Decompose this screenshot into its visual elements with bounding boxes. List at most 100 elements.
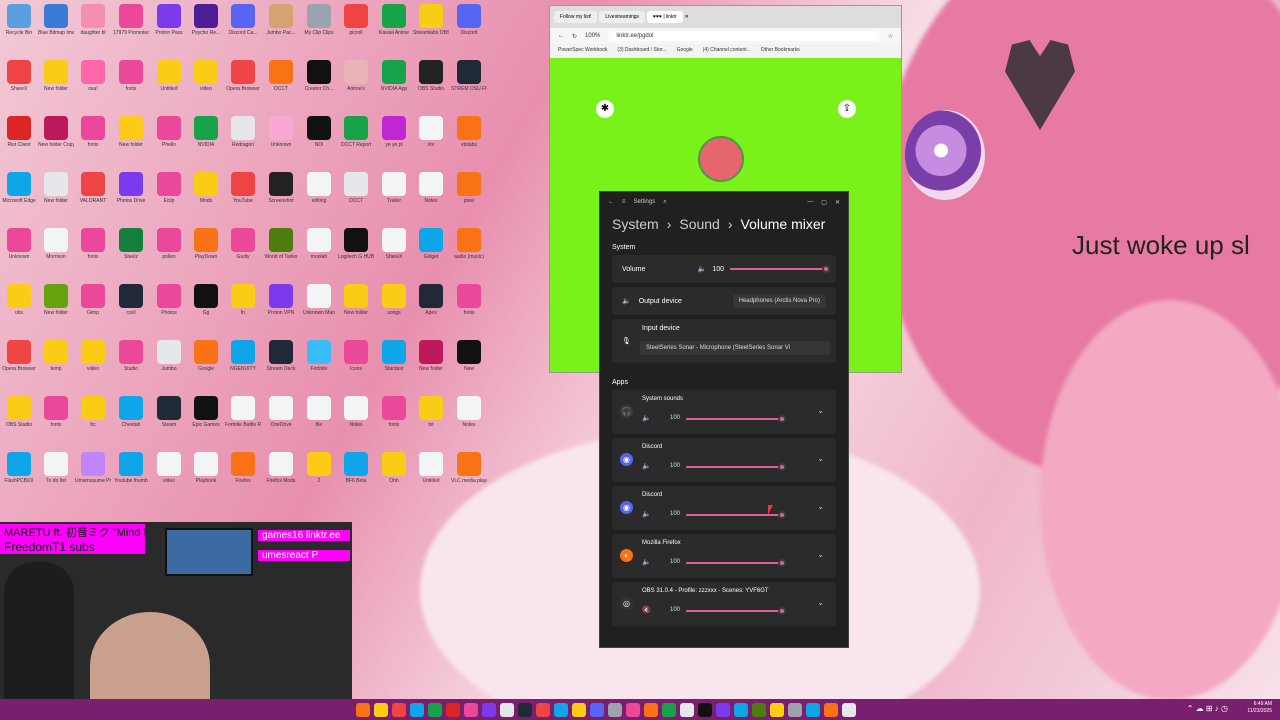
desktop-icon[interactable]: ShareX xyxy=(1,60,37,92)
desktop-icon[interactable]: Phello xyxy=(151,116,187,148)
sparkle-icon[interactable]: ✱ xyxy=(596,100,614,118)
desktop-icon[interactable]: video xyxy=(188,60,224,92)
taskbar-app-icon[interactable] xyxy=(680,702,694,717)
slider-thumb[interactable] xyxy=(778,511,786,519)
desktop-icon[interactable]: Riot Client xyxy=(1,116,37,148)
browser-tab[interactable]: Livestreamings xyxy=(599,11,646,23)
desktop-icon[interactable]: Trailer xyxy=(376,172,412,204)
desktop-icon[interactable]: Notes xyxy=(451,396,487,428)
taskbar-app-icon[interactable] xyxy=(482,702,496,717)
desktop-icon[interactable]: Apex xyxy=(413,284,449,316)
app-volume-slider[interactable] xyxy=(686,559,786,567)
taskbar-app-icon[interactable] xyxy=(446,702,460,717)
desktop-icon[interactable]: My Clip Clips xyxy=(301,4,337,36)
desktop-icon[interactable]: Mods xyxy=(188,172,224,204)
desktop-icon[interactable]: OBS Studio xyxy=(413,60,449,92)
bookmark-item[interactable]: (3) Dashboard / Stor... xyxy=(617,47,666,55)
desktop-icon[interactable]: frc xyxy=(75,396,111,428)
desktop-icon[interactable]: Recycle Bin xyxy=(1,4,37,36)
desktop-icon[interactable]: fonts xyxy=(75,116,111,148)
taskbar-app-icon[interactable] xyxy=(500,702,514,717)
desktop-icon[interactable]: Anime's xyxy=(338,60,374,92)
share-icon[interactable]: ⇪ xyxy=(838,100,856,118)
desktop-icon[interactable]: songs xyxy=(376,284,412,316)
desktop-icon[interactable]: NDI xyxy=(301,116,337,148)
desktop-icon[interactable]: pollen xyxy=(151,228,187,260)
desktop-icon[interactable]: fonts xyxy=(113,60,149,92)
desktop-icon[interactable]: Discord xyxy=(451,4,487,36)
desktop-icon[interactable]: Fortnite Battle Royale xyxy=(225,396,261,428)
desktop-icon[interactable]: fn xyxy=(225,284,261,316)
desktop-icon[interactable]: cool xyxy=(113,284,149,316)
desktop-icon[interactable]: Studio xyxy=(113,340,149,372)
clock[interactable]: 6:49 AM 11/23/2025 xyxy=(1247,701,1272,715)
taskbar-app-icon[interactable] xyxy=(590,702,604,717)
desktop-icon[interactable]: Unknown Man xyxy=(301,284,337,316)
desktop-icon[interactable]: Opera Browser xyxy=(1,340,37,372)
desktop-icon[interactable]: fonts xyxy=(451,284,487,316)
app-volume-slider[interactable] xyxy=(686,415,786,423)
desktop-icon[interactable]: Epic Games xyxy=(188,396,224,428)
maximize-icon[interactable]: ▢ xyxy=(821,199,827,206)
bookmark-item[interactable]: (4) Channel content... xyxy=(703,47,751,55)
speaker-icon[interactable]: 🔈 xyxy=(642,510,651,518)
desktop-icon[interactable]: Unknown xyxy=(1,228,37,260)
desktop-icon[interactable]: Gudly xyxy=(225,228,261,260)
desktop-icon[interactable]: Firefox xyxy=(225,452,261,484)
desktop-icon[interactable]: Eclip xyxy=(151,172,187,204)
taskbar-app-icon[interactable] xyxy=(536,702,550,717)
slider-thumb[interactable] xyxy=(778,607,786,615)
settings-window[interactable]: ← ≡ Settings ⌕ — ▢ ✕ System › Sound › Vo… xyxy=(599,191,849,648)
desktop-icon[interactable]: Steam xyxy=(151,396,187,428)
back-icon[interactable]: ← xyxy=(608,199,614,205)
desktop-icon[interactable]: Notes xyxy=(338,396,374,428)
desktop-icon[interactable]: ShareX xyxy=(376,228,412,260)
desktop-icon[interactable]: Creator Ch... xyxy=(301,60,337,92)
url-field[interactable]: linktr.ee/pgdol xyxy=(608,31,880,41)
desktop-icon[interactable]: New folder Copy xyxy=(38,116,74,148)
reload-icon[interactable]: ↻ xyxy=(572,33,577,40)
desktop-icon[interactable]: New folder xyxy=(38,284,74,316)
breadcrumb-sound[interactable]: Sound xyxy=(679,216,719,232)
taskbar-app-icon[interactable] xyxy=(806,702,820,717)
desktop-icon[interactable]: World of Tanks xyxy=(263,228,299,260)
taskbar-app-icon[interactable] xyxy=(518,702,532,717)
desktop-icon[interactable]: Streamlabs OBS xyxy=(413,4,449,36)
desktop-icon[interactable]: STREM OSU FIRFOX xyxy=(451,60,487,92)
desktop-icon[interactable]: YouTube xyxy=(225,172,261,204)
desktop-icon[interactable]: New folder xyxy=(38,172,74,204)
desktop-icon[interactable]: FlashPCBXX xyxy=(1,452,37,484)
taskbar-app-icon[interactable] xyxy=(392,702,406,717)
desktop-icon[interactable]: New folder xyxy=(113,116,149,148)
browser-tab[interactable]: Follow my list! xyxy=(554,11,598,23)
desktop-icon[interactable]: file xyxy=(301,396,337,428)
taskbar-app-icon[interactable] xyxy=(644,702,658,717)
taskbar-app-icon[interactable] xyxy=(716,702,730,717)
desktop-icon[interactable]: NVIDIA xyxy=(188,116,224,148)
desktop-icon[interactable]: Photos Drive xyxy=(113,172,149,204)
output-device-dropdown[interactable]: Headphones (Arctis Nova Pro) xyxy=(732,294,826,308)
desktop-icon[interactable]: New xyxy=(451,340,487,372)
desktop-icon[interactable]: Redragon xyxy=(225,116,261,148)
search-icon[interactable]: ⌕ xyxy=(663,199,666,206)
taskbar-app-icon[interactable] xyxy=(554,702,568,717)
bookmark-item[interactable]: PowerSpec Workbook xyxy=(558,47,607,55)
taskbar-app-icon[interactable] xyxy=(428,702,442,717)
close-icon[interactable]: ✕ xyxy=(835,199,840,206)
desktop-icon[interactable]: Gidget xyxy=(413,228,449,260)
taskbar-app-icon[interactable] xyxy=(734,702,748,717)
desktop-icon[interactable]: txt xyxy=(413,396,449,428)
slider-thumb[interactable] xyxy=(778,559,786,567)
taskbar-app-icon[interactable] xyxy=(662,702,676,717)
bookmark-item[interactable]: Google xyxy=(677,47,693,55)
desktop-icon[interactable]: OBS Studio xyxy=(1,396,37,428)
taskbar-app-icon[interactable] xyxy=(698,702,712,717)
app-volume-slider[interactable] xyxy=(686,607,786,615)
desktop-icon[interactable]: Proton Pass xyxy=(151,4,187,36)
desktop-icon[interactable]: New folder xyxy=(38,60,74,92)
taskbar-app-icon[interactable] xyxy=(410,702,424,717)
desktop-icon[interactable]: Notes xyxy=(413,172,449,204)
slider-thumb[interactable] xyxy=(778,415,786,423)
speaker-icon[interactable]: 🔈 xyxy=(642,462,651,470)
desktop-icon[interactable]: BF6 Beta xyxy=(338,452,374,484)
